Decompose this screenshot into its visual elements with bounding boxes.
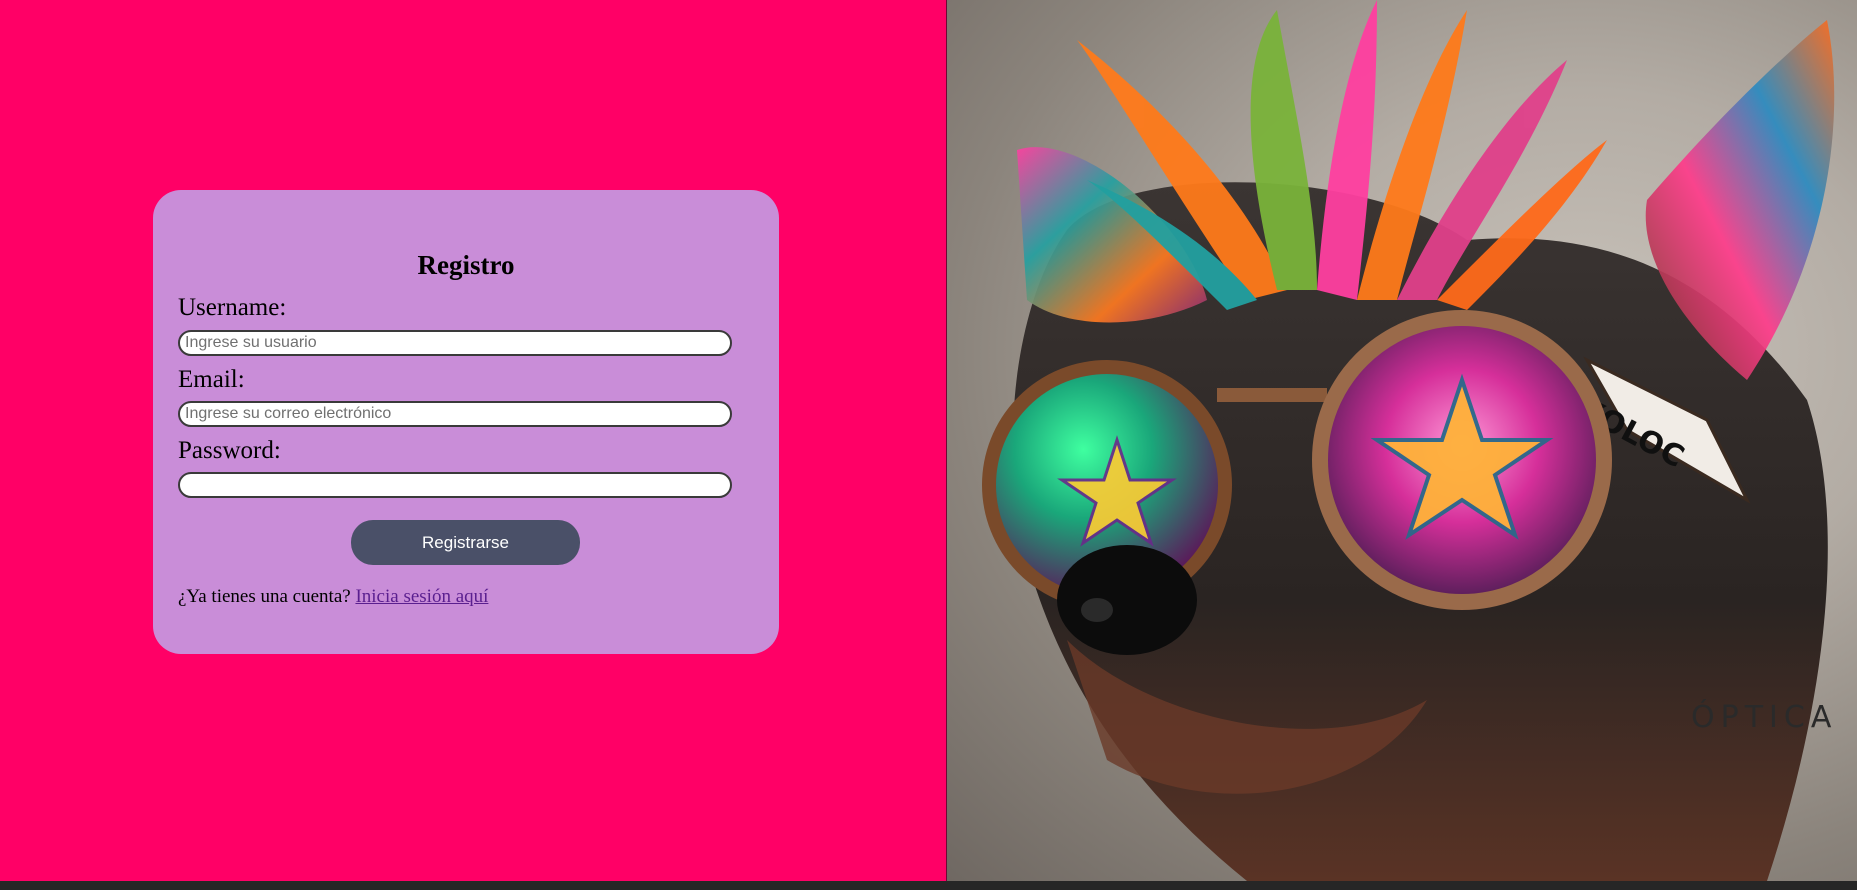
dog-illustration: XOLOC [982,0,1835,881]
login-prompt-text: ¿Ya tienes una cuenta? [178,586,351,607]
email-input[interactable] [178,401,732,427]
register-button[interactable]: Registrarse [351,520,580,565]
password-input[interactable] [178,472,732,498]
login-link[interactable]: Inicia sesión aquí [355,586,488,607]
registration-form: Registro Username: Email: Password: Regi… [153,190,779,654]
login-prompt-line: ¿Ya tienes una cuenta? Inicia sesión aqu… [178,585,488,609]
poster-image: XOLOC ÓPTICA [947,0,1857,881]
password-label: Password: [178,437,281,464]
username-input[interactable] [178,330,732,356]
brand-text: ÓPTICA [1691,700,1838,735]
username-label: Username: [178,294,287,321]
app-root: Registro Username: Email: Password: Regi… [0,0,1857,881]
left-panel: Registro Username: Email: Password: Regi… [0,0,946,881]
taskbar [0,881,1857,890]
email-label: Email: [178,366,245,393]
form-title: Registro [417,250,515,280]
